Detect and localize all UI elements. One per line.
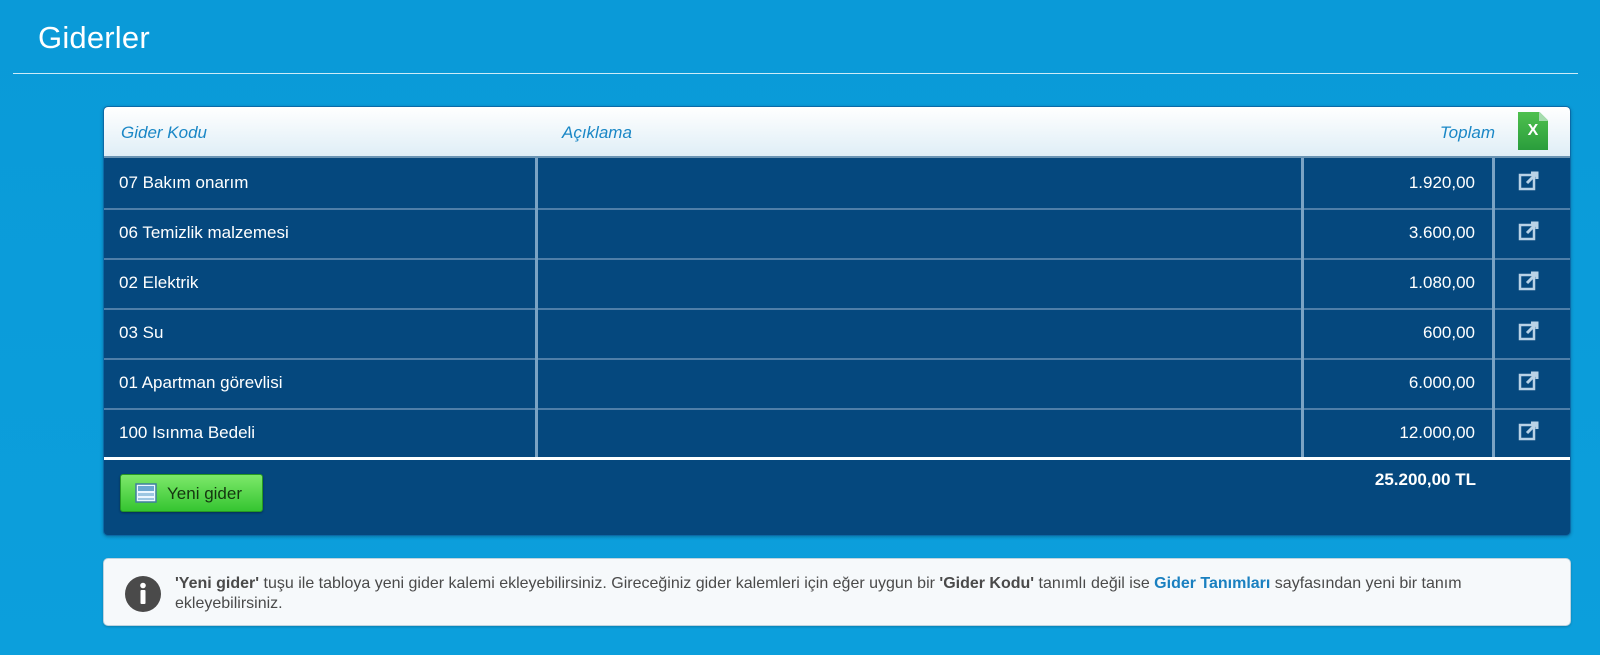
table-header: Gider Kodu Açıklama Toplam X [104, 107, 1570, 158]
table-row[interactable]: 03 Su 600,00 [104, 308, 1570, 360]
info-icon [125, 576, 161, 612]
cell-description [538, 208, 1304, 258]
new-expense-label: Yeni gider [167, 484, 242, 503]
cell-total: 6.000,00 [1304, 358, 1495, 408]
cell-description [538, 358, 1304, 408]
cell-action [1495, 158, 1570, 208]
external-link-icon[interactable] [1518, 320, 1540, 342]
cell-action [1495, 258, 1570, 308]
cell-code: 100 Isınma Bedeli [104, 408, 538, 458]
page-title: Giderler [38, 20, 150, 55]
info-emphasis-yeni-gider: 'Yeni gider' [175, 575, 260, 592]
header-aciklama[interactable]: Açıklama [562, 123, 632, 143]
row-code: 01 Apartman görevlisi [119, 373, 283, 392]
row-total: 600,00 [1423, 323, 1475, 342]
cell-code: 07 Bakım onarım [104, 158, 538, 208]
info-emphasis-gider-kodu: 'Gider Kodu' [939, 575, 1035, 592]
external-link-icon[interactable] [1518, 270, 1540, 292]
table-row[interactable]: 100 Isınma Bedeli 12.000,00 [104, 408, 1570, 458]
external-link-icon[interactable] [1518, 170, 1540, 192]
cell-code: 06 Temizlik malzemesi [104, 208, 538, 258]
external-link-icon[interactable] [1518, 220, 1540, 242]
external-link-icon[interactable] [1518, 370, 1540, 392]
table-row[interactable]: 07 Bakım onarım 1.920,00 [104, 158, 1570, 210]
table-row[interactable]: 02 Elektrik 1.080,00 [104, 258, 1570, 310]
cell-total: 600,00 [1304, 308, 1495, 358]
footer-divider [104, 457, 1570, 460]
excel-export-button[interactable]: X [1518, 112, 1548, 150]
cell-action [1495, 358, 1570, 408]
title-divider [13, 73, 1578, 74]
cell-code: 01 Apartman görevlisi [104, 358, 538, 408]
gider-tanimlari-link[interactable]: Gider Tanımları [1154, 575, 1270, 592]
row-total: 6.000,00 [1408, 373, 1475, 392]
cell-total: 12.000,00 [1304, 408, 1495, 458]
expenses-table: Gider Kodu Açıklama Toplam X 07 Bakım on… [103, 106, 1571, 536]
row-total: 1.080,00 [1408, 273, 1475, 292]
header-toplam[interactable]: Toplam [1440, 123, 1495, 143]
cell-action [1495, 308, 1570, 358]
new-expense-button[interactable]: Yeni gider [120, 474, 263, 512]
table-row[interactable]: 06 Temizlik malzemesi 3.600,00 [104, 208, 1570, 260]
cell-description [538, 308, 1304, 358]
excel-icon [1539, 112, 1548, 121]
cell-code: 03 Su [104, 308, 538, 358]
cell-total: 1.080,00 [1304, 258, 1495, 308]
cell-description [538, 258, 1304, 308]
cell-action [1495, 408, 1570, 458]
row-code: 06 Temizlik malzemesi [119, 223, 289, 242]
cell-description [538, 408, 1304, 458]
cell-total: 1.920,00 [1304, 158, 1495, 208]
info-text-part: tuşu ile tabloya yeni gider kalemi ekley… [259, 575, 940, 592]
row-total: 3.600,00 [1408, 223, 1475, 242]
row-total: 1.920,00 [1408, 173, 1475, 192]
cell-action [1495, 208, 1570, 258]
external-link-icon[interactable] [1518, 420, 1540, 442]
info-box: 'Yeni gider' tuşu ile tabloya yeni gider… [103, 558, 1571, 626]
excel-label: X [1527, 122, 1539, 139]
row-code: 100 Isınma Bedeli [119, 423, 256, 442]
info-text: 'Yeni gider' tuşu ile tabloya yeni gider… [175, 574, 1545, 614]
info-text-part: tanımlı değil ise [1034, 575, 1155, 592]
table-row[interactable]: 01 Apartman görevlisi 6.000,00 [104, 358, 1570, 410]
row-code: 07 Bakım onarım [119, 173, 249, 192]
row-code: 03 Su [119, 323, 164, 342]
cell-total: 3.600,00 [1304, 208, 1495, 258]
row-code: 02 Elektrik [119, 273, 199, 292]
cell-code: 02 Elektrik [104, 258, 538, 308]
add-row-icon [135, 483, 157, 503]
row-total: 12.000,00 [1399, 423, 1475, 442]
header-gider-kodu[interactable]: Gider Kodu [121, 123, 207, 143]
cell-description [538, 158, 1304, 208]
grand-total: 25.200,00 TL [1374, 470, 1476, 489]
